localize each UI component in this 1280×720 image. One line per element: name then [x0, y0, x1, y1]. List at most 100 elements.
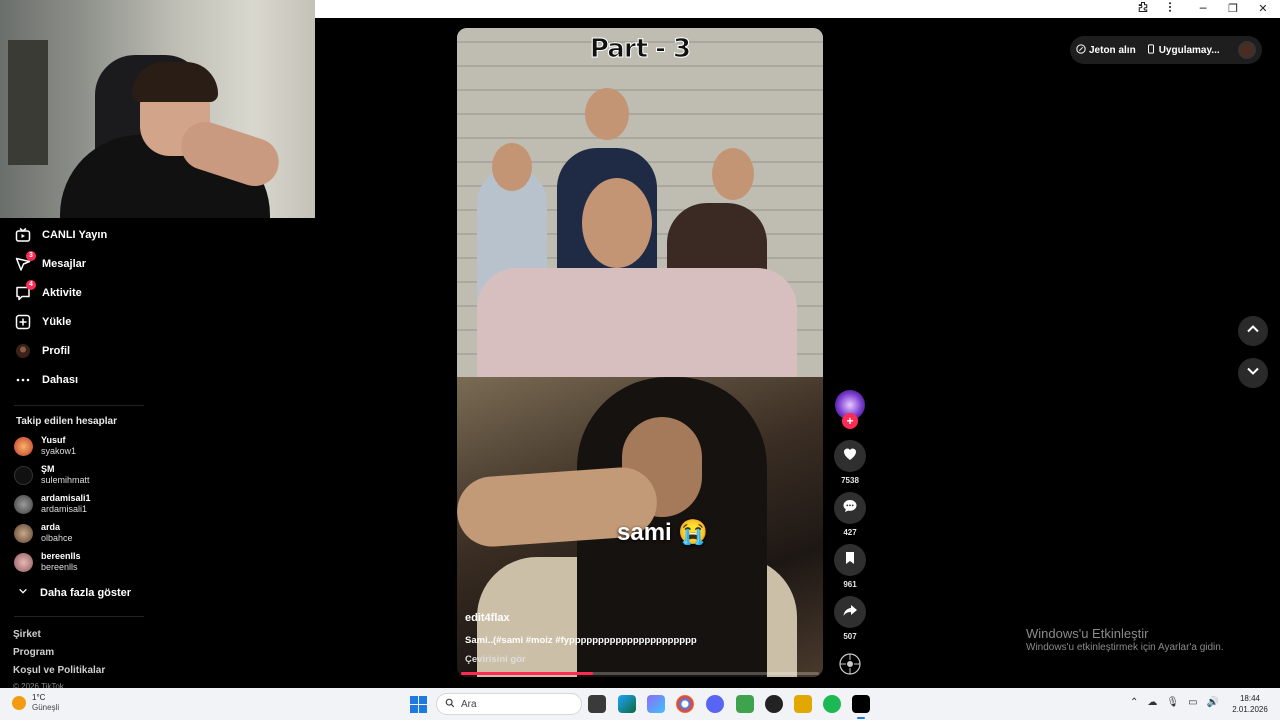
account-name: Yusuf — [41, 435, 66, 445]
account-username: sulemihmatt — [41, 475, 90, 485]
get-app-button[interactable]: Uygulamay... — [1146, 43, 1220, 57]
chat-bubble-icon: 4 — [14, 280, 36, 302]
nav-messages-label: Mesajlar — [42, 258, 87, 270]
webcam-overlay — [0, 0, 315, 218]
child-face — [585, 88, 629, 140]
nav-messages[interactable]: 3 Mesajlar — [14, 251, 87, 276]
puzzle-icon[interactable] — [1129, 1, 1157, 17]
nav-activity[interactable]: 4 Aktivite — [14, 280, 82, 305]
account-name: arda — [41, 522, 61, 532]
show-more-button[interactable]: Daha fazla göster — [18, 586, 131, 599]
taskbar-search[interactable]: Ara — [436, 693, 582, 715]
save-button[interactable] — [834, 544, 866, 576]
active-app-indicator — [857, 717, 865, 719]
video-progress-bar[interactable] — [461, 672, 819, 675]
sun-icon — [12, 696, 26, 710]
footer-company-link[interactable]: Şirket — [13, 629, 41, 640]
microphone-icon[interactable]: 🎙 — [1166, 697, 1179, 708]
video-author[interactable]: edit4flax — [465, 612, 510, 624]
edge-icon[interactable] — [618, 695, 636, 713]
nav-profile[interactable]: Profil — [14, 339, 70, 363]
following-account[interactable]: ŞM sulemihmatt — [14, 464, 90, 486]
activity-badge: 4 — [26, 280, 36, 290]
comment-count: 427 — [843, 528, 857, 537]
clock-time: 18:44 — [1239, 694, 1261, 703]
heart-icon — [842, 446, 858, 467]
footer-terms-link[interactable]: Koşul ve Politikalar — [13, 665, 105, 676]
nav-more-label: Dahası — [42, 374, 79, 386]
chevron-up-icon[interactable]: ⌃ — [1130, 697, 1138, 708]
video-caption: Sami..(#sami #moiz #fypppppppppppppppppp… — [465, 635, 697, 646]
windows-start-icon[interactable] — [410, 696, 427, 713]
obs-icon[interactable] — [765, 695, 783, 713]
nav-upload[interactable]: Yükle — [14, 310, 71, 334]
display-icon[interactable]: ▭ — [1188, 697, 1197, 708]
save-count: 961 — [843, 580, 857, 589]
nav-activity-label: Aktivite — [42, 287, 82, 299]
profile-avatar[interactable] — [1238, 41, 1256, 59]
see-translation-link[interactable]: Çevirisini gör — [465, 654, 526, 665]
video-part-label: Part - 3 — [589, 34, 691, 65]
nav-live-label: CANLI Yayın — [42, 229, 108, 241]
child-face — [712, 148, 754, 200]
previous-video-button[interactable] — [1238, 316, 1268, 346]
bookmark-icon — [842, 550, 858, 571]
get-coins-label: Jeton alın — [1089, 44, 1136, 56]
following-account[interactable]: Yusuf syakow1 — [14, 435, 76, 457]
plus-square-icon — [14, 313, 32, 331]
messages-badge: 3 — [26, 251, 36, 261]
following-account[interactable]: ardamisali1 ardamisali1 — [14, 493, 91, 515]
chrome-icon[interactable] — [676, 695, 694, 713]
nav-more[interactable]: Dahası — [14, 368, 78, 392]
tiktok-icon[interactable] — [852, 695, 870, 713]
sidebar-divider — [14, 616, 144, 617]
account-username: olbahce — [41, 533, 73, 543]
avatar — [14, 523, 33, 543]
chevron-down-icon — [18, 586, 28, 599]
account-name: ardamisali1 — [41, 493, 91, 503]
following-account[interactable]: arda olbahce — [14, 522, 73, 544]
comment-button[interactable] — [834, 492, 866, 524]
kebab-icon[interactable] — [1156, 1, 1184, 17]
next-video-button[interactable] — [1238, 358, 1268, 388]
child-figure — [477, 268, 797, 388]
nav-live[interactable]: CANLI Yayın — [14, 223, 107, 247]
clock-date: 2.01.2026 — [1232, 705, 1268, 714]
activation-watermark-text: Windows'u etkinleştirmek için Ayarlar'a … — [1026, 642, 1224, 653]
video-player[interactable]: Part - 3 sami 😭 edit4flax Sami..(#sami #… — [457, 28, 823, 677]
account-name: bereenlls — [41, 551, 81, 561]
cloud-icon[interactable]: ☁ — [1147, 697, 1157, 708]
like-button[interactable] — [834, 440, 866, 472]
copilot-icon[interactable] — [647, 695, 665, 713]
taskbar-clock[interactable]: 18:44 2.01.2026 — [1226, 693, 1274, 715]
account-username: ardamisali1 — [41, 504, 88, 514]
spotify-icon[interactable] — [823, 695, 841, 713]
weather-widget[interactable]: 1°C Güneşli — [12, 693, 59, 713]
minimize-button[interactable]: ─ — [1189, 1, 1217, 17]
share-arrow-icon — [842, 602, 858, 623]
discord-icon[interactable] — [706, 695, 724, 713]
avatar-icon — [14, 342, 32, 360]
task-view-icon[interactable] — [588, 695, 606, 713]
paper-plane-icon: 3 — [14, 251, 36, 273]
account-username: syakow1 — [41, 446, 77, 456]
temperature: 1°C — [32, 693, 46, 702]
following-title: Takip edilen hesaplar — [16, 416, 117, 427]
volume-icon[interactable]: 🔊 — [1207, 697, 1219, 708]
child-face — [492, 143, 532, 191]
chevron-down-icon — [1246, 364, 1260, 383]
following-account[interactable]: bereenlls bereenlls — [14, 551, 81, 573]
music-disc-icon[interactable] — [838, 652, 862, 676]
file-explorer-icon[interactable] — [794, 695, 812, 713]
like-count: 7538 — [841, 476, 859, 485]
footer-program-link[interactable]: Program — [13, 647, 54, 658]
store-icon[interactable] — [736, 695, 754, 713]
share-button[interactable] — [834, 596, 866, 628]
follow-button[interactable]: + — [842, 413, 858, 429]
restore-button[interactable]: ❐ — [1219, 1, 1247, 17]
account-name: ŞM — [41, 464, 55, 474]
avatar — [14, 465, 33, 485]
share-count: 507 — [843, 632, 857, 641]
close-button[interactable]: ✕ — [1249, 1, 1277, 17]
get-coins-button[interactable]: Jeton alın — [1076, 43, 1136, 57]
